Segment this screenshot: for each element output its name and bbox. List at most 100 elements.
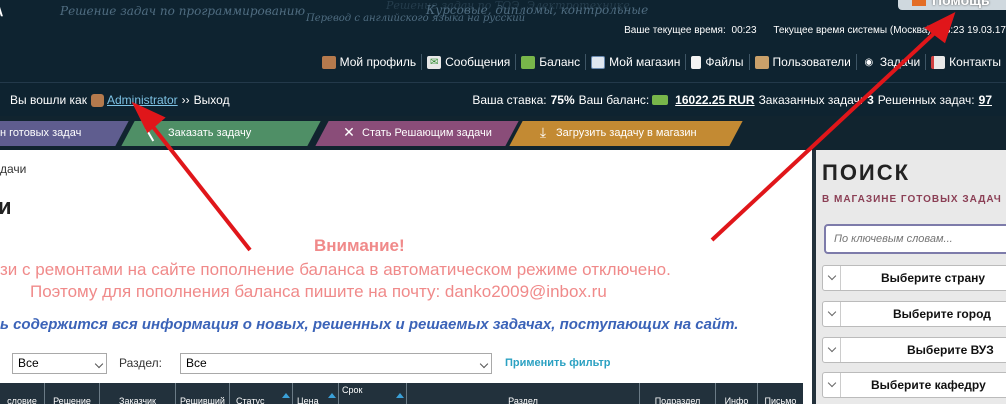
user-avatar-icon — [90, 93, 104, 107]
nav-item-profile[interactable]: Мой профиль — [317, 54, 422, 70]
help-icon — [912, 0, 926, 6]
tab-label: Заказать задачу — [168, 127, 252, 139]
chevron-down-icon — [94, 359, 104, 369]
search-sidebar: ПОИСК В МАГАЗИНЕ ГОТОВЫХ ЗАДАЧ Выберите … — [812, 150, 1006, 404]
tab-label: Стать Решающим задачи — [362, 127, 492, 139]
column-condition[interactable]: словие — [0, 383, 45, 404]
local-time-label: Ваше текущее время: — [624, 25, 726, 36]
notice-text: Поэтому для пополнения баланса пишите на… — [30, 282, 607, 301]
action-tabs: н готовых задач Заказать задачу ✕ Стать Р… — [0, 116, 1006, 150]
tagline: Решение задач по программированию — [60, 4, 306, 18]
separator: ›› — [181, 93, 190, 107]
nav-item-contacts[interactable]: Контакты — [925, 54, 1006, 70]
user-icon — [321, 55, 336, 69]
ordered-value: 3 — [867, 93, 874, 107]
logout-link[interactable]: Выход — [194, 93, 230, 107]
select-value: Все — [186, 356, 207, 370]
nav-item-label: Мой профиль — [339, 55, 417, 69]
solved-link[interactable]: 97 — [979, 93, 992, 107]
page-title: и — [0, 194, 12, 219]
nav-item-label: Файлы — [705, 55, 744, 69]
select-value: Все — [18, 356, 39, 370]
tab-ready-tasks[interactable]: н готовых задач — [0, 121, 129, 146]
chevron-down-icon — [823, 338, 841, 362]
notice-title: Внимание! — [314, 236, 405, 255]
ordered-label: Заказанных задач: — [758, 93, 864, 107]
section-filter-select[interactable]: Все — [180, 353, 492, 374]
users-icon — [754, 55, 769, 69]
user-bar: Вы вошли как Administrator ›› Выход Ваша… — [0, 82, 1006, 116]
select-label: Выберите страну — [881, 271, 986, 285]
nav-item-shop[interactable]: Мой магазин — [585, 54, 685, 70]
chevron-down-icon — [823, 266, 841, 290]
logo[interactable]: ∖ — [0, 0, 10, 19]
search-subtitle: В МАГАЗИНЕ ГОТОВЫХ ЗАДАЧ — [822, 194, 1002, 205]
breadcrumb[interactable]: дачи — [0, 162, 26, 176]
column-letter[interactable]: Письмо — [758, 383, 803, 404]
main-content: дачи и Внимание! зи с ремонтами на сайте… — [0, 150, 812, 404]
nav-item-messages[interactable]: ✉ Сообщения — [421, 54, 515, 70]
column-status[interactable]: Статус — [230, 383, 293, 404]
nav-item-tasks[interactable]: ◉ Задачи — [855, 54, 925, 70]
column-customer[interactable]: Заказчик — [100, 383, 176, 404]
tab-upload-task[interactable]: ⤓ Загрузить задачу в магазин — [509, 121, 743, 146]
login-info: Вы вошли как Administrator ›› Выход — [10, 93, 230, 107]
local-time-value: 00:23 — [731, 25, 757, 36]
column-deadline[interactable]: Срок — [339, 383, 407, 404]
logged-in-prefix: Вы вошли как — [10, 93, 87, 107]
time-info: Ваше текущее время: 00:23 Текущее время … — [610, 25, 1006, 36]
column-info[interactable]: Инфо — [716, 383, 758, 404]
tab-become-solver[interactable]: ✕ Стать Решающим задачи — [315, 121, 519, 146]
notice-text: зи с ремонтами на сайте пополнение балан… — [0, 260, 671, 279]
search-input[interactable] — [824, 224, 1006, 254]
username-link[interactable]: Administrator — [107, 93, 178, 107]
chevron-down-icon — [823, 373, 841, 397]
help-label: Помощь — [932, 0, 990, 8]
rate-label: Ваша ставка: — [472, 93, 547, 107]
money-icon — [652, 95, 669, 105]
search-title: ПОИСК — [822, 160, 911, 185]
nav-item-label: Сообщения — [445, 55, 511, 69]
nav-item-label: Задачи — [879, 55, 921, 69]
column-price[interactable]: Цена — [293, 383, 339, 404]
chevron-down-icon — [479, 359, 489, 369]
pen-icon — [145, 122, 165, 142]
shop-icon — [591, 55, 606, 69]
nav-item-label: Мой магазин — [609, 55, 681, 69]
tagline: Перевод с английского языка на русский — [306, 13, 526, 24]
solved-label: Решенных задач: — [877, 93, 975, 107]
nav-item-label: Баланс — [539, 55, 581, 69]
chevron-down-icon — [823, 302, 841, 326]
apply-filter-link[interactable]: Применить фильтр — [505, 357, 611, 369]
help-button[interactable]: Помощь — [898, 0, 1006, 10]
nav-list: Мой профиль ✉ Сообщения Баланс Мой магази… — [317, 54, 1006, 70]
column-subsection[interactable]: Подраздел — [640, 383, 716, 404]
system-time-value: 23:23 19.03.17 — [939, 25, 1006, 36]
status-filter-select[interactable]: Все — [12, 353, 107, 374]
balance-link[interactable]: 16022.25 RUR — [675, 93, 754, 107]
column-solution[interactable]: Решение — [45, 383, 100, 404]
nav-item-balance[interactable]: Баланс — [515, 54, 585, 70]
info-text: ь содержится вся информация о новых, реш… — [0, 316, 739, 333]
university-select[interactable]: Выберите ВУЗ — [822, 337, 1006, 363]
column-section[interactable]: Раздел — [407, 383, 640, 404]
city-select[interactable]: Выберите город — [822, 301, 1006, 327]
select-label: Выберите кафедру — [871, 378, 986, 392]
nav-item-users[interactable]: Пользователи — [748, 54, 856, 70]
tasks-table-header: словие Решение Заказчик Решивший Статус … — [0, 383, 803, 404]
column-solver[interactable]: Решивший — [176, 383, 230, 404]
select-label: Выберите город — [893, 307, 991, 321]
tab-label: н готовых задач — [0, 127, 82, 139]
column-label: Срок — [342, 385, 363, 395]
department-select[interactable]: Выберите кафедру — [822, 372, 1006, 398]
nav-item-files[interactable]: Файлы — [685, 54, 748, 70]
country-select[interactable]: Выберите страну — [822, 265, 1006, 291]
balance-label: Ваш баланс: — [578, 93, 650, 107]
tab-order-task[interactable]: Заказать задачу — [121, 121, 321, 146]
mail-icon: ✉ — [427, 55, 442, 69]
nav-item-label: Контакты — [949, 55, 1001, 69]
eye-icon: ◉ — [864, 56, 874, 68]
section-filter-label: Раздел: — [119, 356, 162, 370]
nav-item-label: Пользователи — [772, 55, 851, 69]
tools-icon: ✕ — [343, 124, 355, 141]
